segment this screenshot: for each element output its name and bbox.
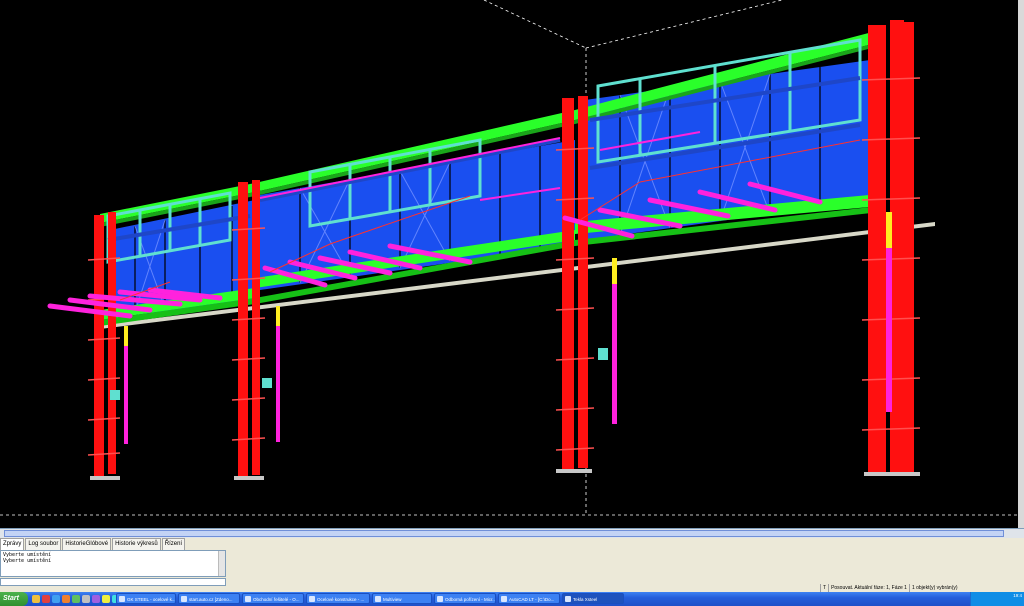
task-button[interactable]: Tekla Xsteel	[562, 593, 624, 604]
task-button[interactable]: GK STEEL - ocelové k...	[116, 593, 176, 604]
task-button[interactable]: Ocelové konstrukce - ...	[306, 593, 370, 604]
status-cell: T	[820, 584, 828, 592]
horizontal-scrollbar[interactable]	[0, 528, 1024, 538]
taskbar: Start GK STEEL - ocelové k... start.auto…	[0, 592, 1024, 606]
vertical-scrollbar[interactable]	[1018, 0, 1024, 528]
console-input[interactable]	[0, 578, 226, 586]
tab-drawing-history[interactable]: Historie výkresů	[112, 538, 161, 550]
status-bar: T Posouvat. Aktuální fáze: 1, Fáze 1 1 o…	[820, 584, 1024, 592]
console-scrollbar[interactable]	[218, 551, 225, 576]
clock: 19:4	[1013, 593, 1022, 598]
folder-icon[interactable]	[32, 595, 40, 603]
quick-launch	[32, 595, 120, 603]
console-tabs: Zprávy Log soubor HistorieGlóbové Histor…	[0, 538, 186, 550]
bottom-panel: Zprávy Log soubor HistorieGlóbové Histor…	[0, 538, 1024, 592]
tab-history[interactable]: HistorieGlóbové	[62, 538, 112, 550]
mail-icon[interactable]	[62, 595, 70, 603]
system-tray: 19:4	[970, 592, 1024, 606]
console-output: Vyberte umístění Vyberte umístění	[0, 550, 226, 577]
status-phase: Posouvat. Aktuální fáze: 1, Fáze 1	[828, 584, 909, 592]
tab-messages[interactable]: Zprávy	[0, 538, 25, 550]
app-icon[interactable]	[102, 595, 110, 603]
browser-icon[interactable]	[52, 595, 60, 603]
task-buttons: GK STEEL - ocelové k... start.auto.cz [Z…	[116, 593, 624, 604]
app-icon[interactable]	[92, 595, 100, 603]
brackets	[110, 348, 608, 400]
base-plates	[90, 469, 920, 480]
task-button[interactable]: Obchodní řešitelé - O...	[242, 593, 304, 604]
desktop-icon[interactable]	[82, 595, 90, 603]
tab-log-file[interactable]: Log soubor	[25, 538, 62, 550]
model-viewport[interactable]	[0, 0, 1018, 528]
console-line: Vyberte umístění	[3, 558, 52, 564]
task-button[interactable]: Multiview	[372, 593, 432, 604]
task-button[interactable]: start.auto.cz [Zdeno...	[178, 593, 240, 604]
tab-control[interactable]: Řízení	[161, 538, 186, 550]
app-icon[interactable]	[42, 595, 50, 603]
scroll-thumb[interactable]	[4, 530, 1004, 537]
task-button[interactable]: AutoCAD LT - [C:\Do...	[498, 593, 560, 604]
start-button[interactable]: Start	[0, 592, 28, 606]
steel-gantry-model	[0, 0, 1018, 516]
status-selection: 1 objekt(y) vybrán(y)	[908, 584, 960, 592]
app-icon[interactable]	[72, 595, 80, 603]
task-button[interactable]: Odborná pořízení - Micr...	[434, 593, 496, 604]
